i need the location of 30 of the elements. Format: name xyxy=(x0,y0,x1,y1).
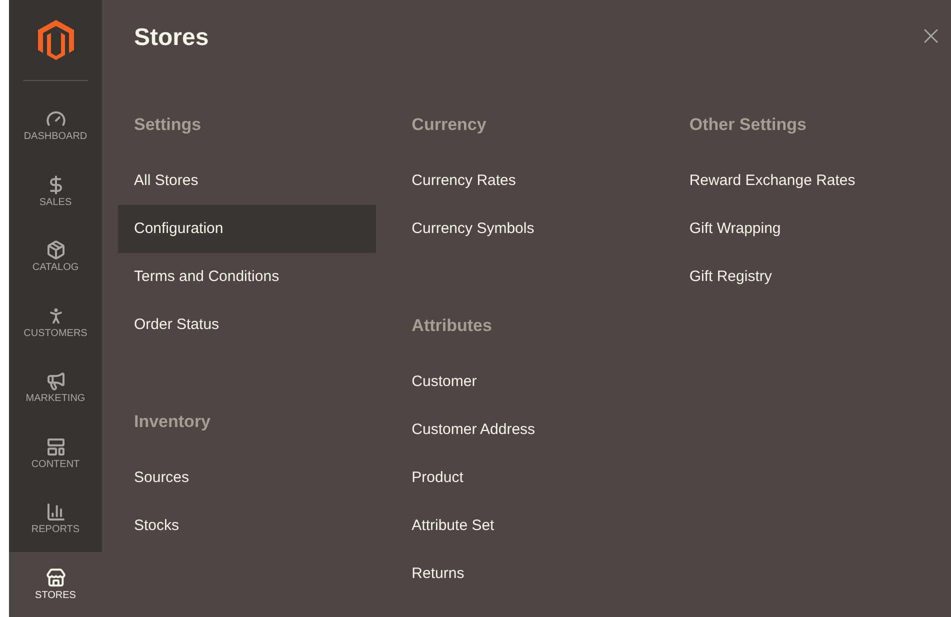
sidebar-item[interactable]: CATALOG xyxy=(9,224,102,290)
menu-item[interactable]: Customer Address xyxy=(396,406,654,454)
menu-item[interactable]: All Stores xyxy=(118,157,376,205)
menu-item[interactable]: Currency Rates xyxy=(396,157,654,205)
sidebar-item[interactable]: MARKETING xyxy=(9,355,102,421)
menu-item[interactable]: Attribute Set xyxy=(396,502,654,550)
menu-item[interactable]: Sources xyxy=(118,454,376,502)
menu-item[interactable]: Order Status xyxy=(118,301,376,349)
sidebar-item[interactable]: REPORTS xyxy=(9,486,102,552)
menu-item[interactable]: Currency Symbols xyxy=(396,205,654,253)
section-heading: Attributes xyxy=(412,316,492,335)
section-heading: Inventory xyxy=(134,412,211,431)
menu-item[interactable]: Customer xyxy=(396,358,654,406)
sidebar-item[interactable]: SALES xyxy=(9,158,102,224)
menu-item[interactable]: Reward Exchange Rates xyxy=(673,157,932,205)
sidebar-item[interactable]: CONTENT xyxy=(9,420,102,486)
sidebar-item[interactable]: STORES xyxy=(9,552,102,617)
menu-item[interactable]: Returns xyxy=(396,550,654,598)
panel-title: Stores xyxy=(134,24,209,52)
menu-item[interactable]: Terms and Conditions xyxy=(118,253,376,301)
section-heading: Settings xyxy=(134,115,202,134)
menu-item[interactable]: Gift Wrapping xyxy=(673,205,932,253)
menu-item[interactable]: Stocks xyxy=(118,502,376,550)
sidebar-item[interactable]: CUSTOMERS xyxy=(9,290,102,356)
section-heading: Currency xyxy=(412,115,486,134)
menu-item[interactable]: Product xyxy=(396,454,654,502)
sidebar-item[interactable]: DASHBOARD xyxy=(9,93,102,159)
section-heading: Other Settings xyxy=(689,115,806,134)
menu-item[interactable]: Configuration xyxy=(118,205,376,253)
menu-item[interactable]: Gift Registry xyxy=(673,253,932,301)
